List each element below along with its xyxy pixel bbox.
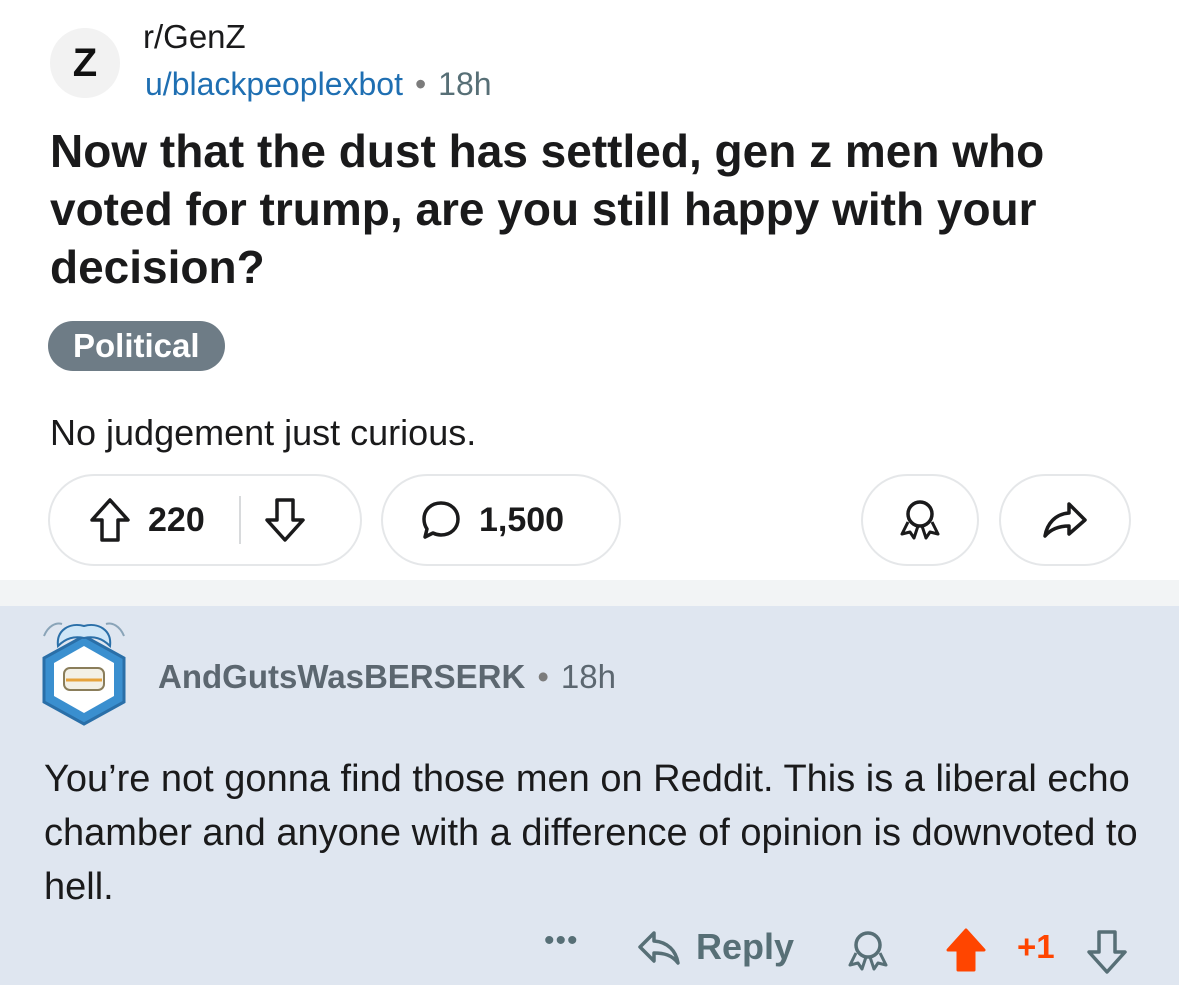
comment-award-icon[interactable] bbox=[846, 928, 890, 974]
meta-separator: • bbox=[537, 658, 549, 695]
vote-count: 220 bbox=[148, 500, 205, 539]
comment-score: +1 bbox=[1017, 928, 1055, 965]
post-age: 18h bbox=[438, 66, 492, 102]
subreddit-avatar[interactable]: Z bbox=[50, 28, 120, 98]
downvote-arrow-icon[interactable] bbox=[263, 496, 307, 544]
comment-body: You’re not gonna find those men on Reddi… bbox=[44, 758, 1138, 908]
commenter-avatar[interactable] bbox=[36, 616, 132, 728]
post-title[interactable]: Now that the dust has settled, gen z men… bbox=[50, 122, 1150, 296]
comment-actions: ••• Reply +1 bbox=[0, 916, 1179, 976]
comment-bubble-icon bbox=[419, 498, 463, 542]
comments-button[interactable]: 1,500 bbox=[381, 474, 621, 566]
comment-card: AndGutsWasBERSERK • 18h You’re not gonna f… bbox=[0, 606, 1179, 985]
post-meta: u/blackpeoplexbot • 18h bbox=[145, 66, 492, 103]
share-button[interactable] bbox=[999, 474, 1131, 566]
reply-button[interactable]: Reply bbox=[636, 926, 794, 968]
vote-divider bbox=[238, 496, 241, 544]
share-arrow-icon bbox=[1041, 498, 1089, 542]
more-options-button[interactable]: ••• bbox=[544, 924, 579, 958]
award-icon bbox=[898, 496, 942, 544]
vote-bar: 220 bbox=[48, 474, 362, 566]
upvote-arrow-icon[interactable] bbox=[88, 496, 132, 544]
comment-age: 18h bbox=[560, 658, 616, 695]
comment-count: 1,500 bbox=[479, 500, 565, 539]
comment-meta: AndGutsWasBERSERK • 18h bbox=[158, 658, 616, 696]
comment-upvote-icon[interactable] bbox=[944, 926, 988, 974]
reply-arrow-icon bbox=[636, 927, 682, 967]
comment-downvote-icon[interactable] bbox=[1085, 928, 1129, 976]
post-author-link[interactable]: u/blackpeoplexbot bbox=[145, 66, 403, 102]
post-flair[interactable]: Political bbox=[48, 321, 225, 371]
section-divider bbox=[0, 580, 1179, 606]
meta-separator: • bbox=[414, 66, 427, 102]
post-card: Z r/GenZ u/blackpeoplexbot • 18h Now that … bbox=[0, 0, 1179, 580]
subreddit-name[interactable]: r/GenZ bbox=[143, 18, 246, 56]
reply-label: Reply bbox=[696, 926, 795, 967]
post-body: No judgement just curious. bbox=[50, 412, 477, 453]
award-button[interactable] bbox=[861, 474, 979, 566]
commenter-username[interactable]: AndGutsWasBERSERK bbox=[158, 658, 525, 695]
